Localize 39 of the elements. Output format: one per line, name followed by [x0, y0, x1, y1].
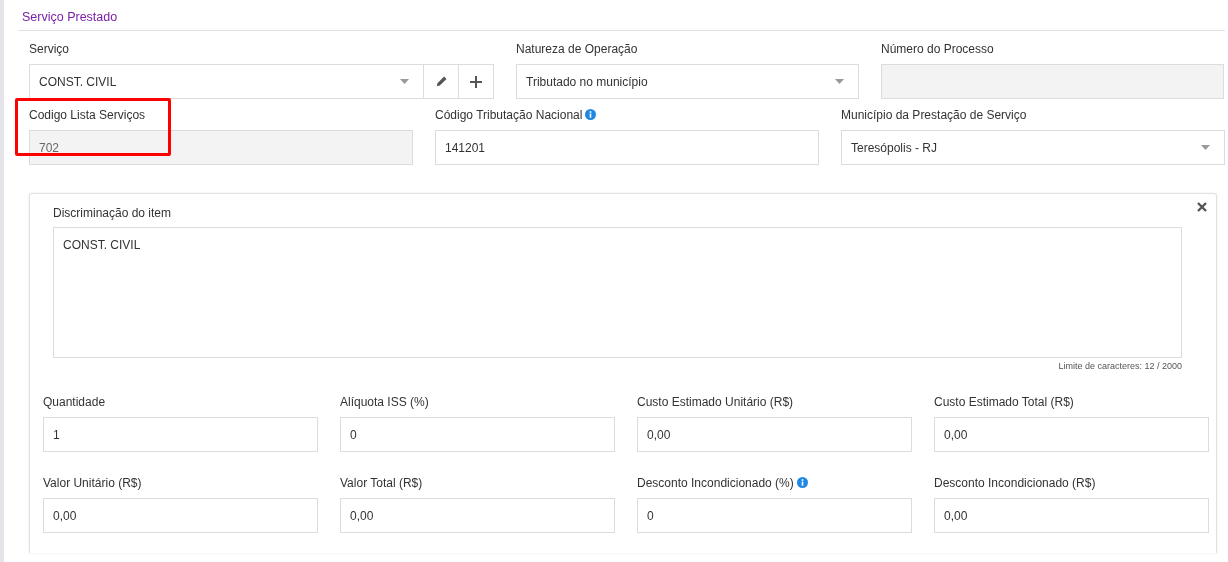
- field-label: Valor Total (R$): [340, 476, 424, 490]
- field-label: Natureza de Operação: [516, 42, 639, 56]
- field-label: Custo Estimado Unitário (R$): [637, 395, 795, 409]
- input-field[interactable]: 0,00: [637, 417, 912, 452]
- field-label: Desconto Incondicionado (%): [637, 476, 912, 490]
- field-label: Número do Processo: [881, 42, 995, 56]
- field-label: Valor Unitário (R$): [43, 476, 143, 490]
- select-field[interactable]: Teresópolis - RJ: [841, 130, 1225, 165]
- input-field[interactable]: 0,00: [43, 498, 318, 533]
- input-field[interactable]: 0,00: [340, 498, 615, 533]
- input-field[interactable]: 0: [340, 417, 615, 452]
- pencil-icon: [434, 75, 448, 88]
- field-label: Alíquota ISS (%): [340, 395, 430, 409]
- dropdown-caret-icon: [400, 79, 409, 84]
- dropdown-caret-icon: [835, 79, 844, 84]
- dropdown-caret-icon: [1201, 145, 1210, 150]
- input-field[interactable]: 1: [43, 417, 318, 452]
- section-title: Serviço Prestado: [18, 10, 1225, 31]
- description-textarea[interactable]: CONST. CIVIL: [53, 227, 1182, 358]
- close-icon: [1197, 202, 1207, 212]
- field-label: Desconto Incondicionado (R$): [934, 476, 1097, 490]
- field-label: Código Tributação Nacional: [435, 108, 819, 122]
- field-label: Município da Prestação de Serviço: [841, 108, 1028, 122]
- select-field[interactable]: CONST. CIVIL: [29, 64, 494, 99]
- close-button[interactable]: [1197, 202, 1207, 212]
- field-label: Custo Estimado Total (R$): [934, 395, 1075, 409]
- info-icon: [796, 477, 808, 488]
- field-label: Discriminação do item: [53, 206, 173, 220]
- input-field[interactable]: 0,00: [934, 417, 1209, 452]
- field-label: Serviço: [29, 42, 70, 56]
- input-field[interactable]: 0: [637, 498, 912, 533]
- field-label: Codigo Lista Serviços: [29, 108, 147, 122]
- field-label: Quantidade: [43, 395, 107, 409]
- input-field[interactable]: 0,00: [934, 498, 1209, 533]
- info-icon: [585, 109, 597, 120]
- character-counter: Limite de caracteres: 12 / 2000: [1057, 361, 1182, 371]
- plus-icon: [470, 75, 482, 88]
- input-field[interactable]: 141201: [435, 130, 819, 165]
- select-field[interactable]: Tributado no município: [516, 64, 859, 99]
